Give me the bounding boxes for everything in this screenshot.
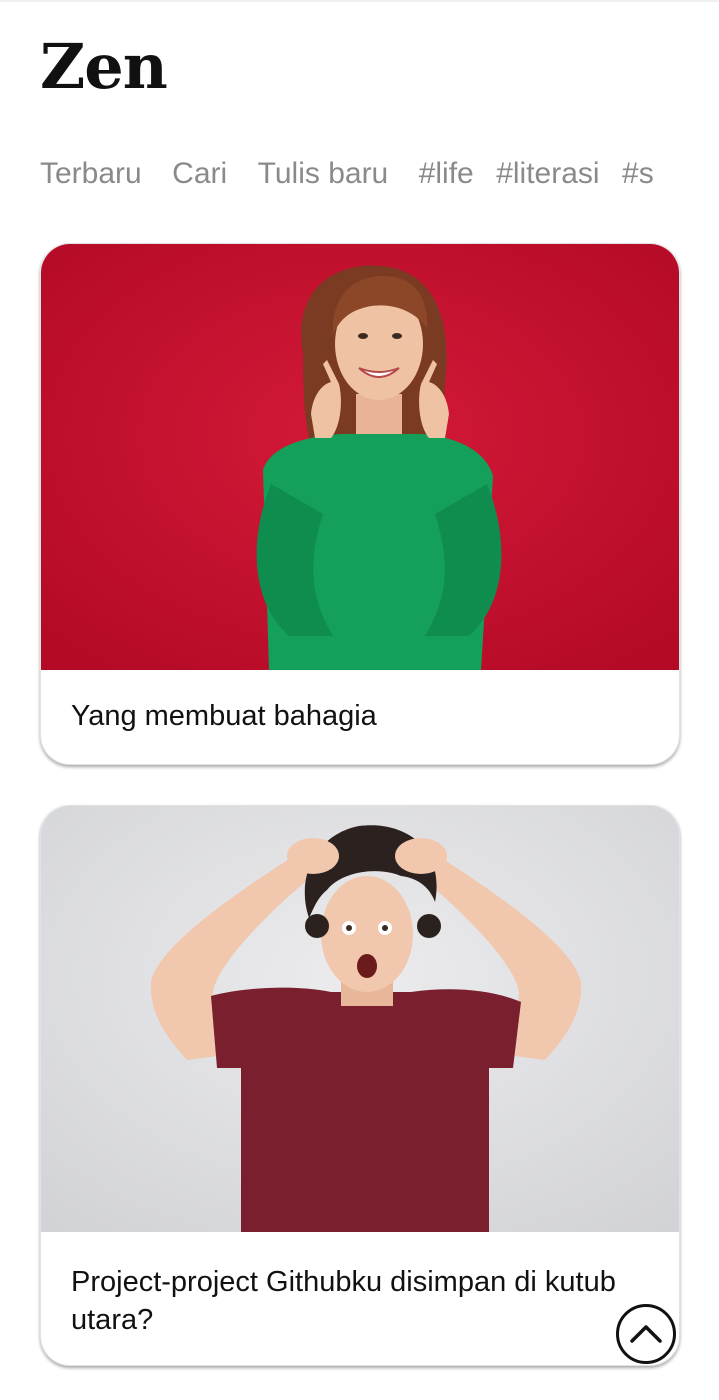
woman-smiling-photo (41, 244, 679, 670)
post-thumbnail[interactable] (41, 244, 679, 670)
post-title[interactable]: Yang membuat bahagia (71, 697, 649, 735)
nav-tag-s[interactable]: #s (622, 154, 654, 194)
site-logo[interactable]: Zen (40, 36, 168, 98)
scroll-to-top-button[interactable] (616, 1304, 676, 1364)
post-card[interactable]: Yang membuat bahagia (40, 243, 680, 765)
top-nav: Terbaru Cari Tulis baru #life #literasi … (40, 154, 680, 194)
post-thumbnail[interactable] (41, 806, 679, 1232)
nav-tag-literasi[interactable]: #literasi (496, 154, 599, 194)
chevron-up-icon (630, 1325, 662, 1343)
nav-item-tulis-baru[interactable]: Tulis baru (258, 154, 389, 194)
post-card[interactable]: Project-project Githubku disimpan di kut… (40, 805, 680, 1366)
top-divider (0, 0, 719, 2)
nav-item-cari[interactable]: Cari (172, 154, 227, 194)
nav-tag-life[interactable]: #life (419, 154, 474, 194)
post-title[interactable]: Project-project Githubku disimpan di kut… (71, 1263, 649, 1339)
surprised-man-photo (41, 806, 679, 1232)
nav-item-terbaru[interactable]: Terbaru (40, 154, 142, 194)
